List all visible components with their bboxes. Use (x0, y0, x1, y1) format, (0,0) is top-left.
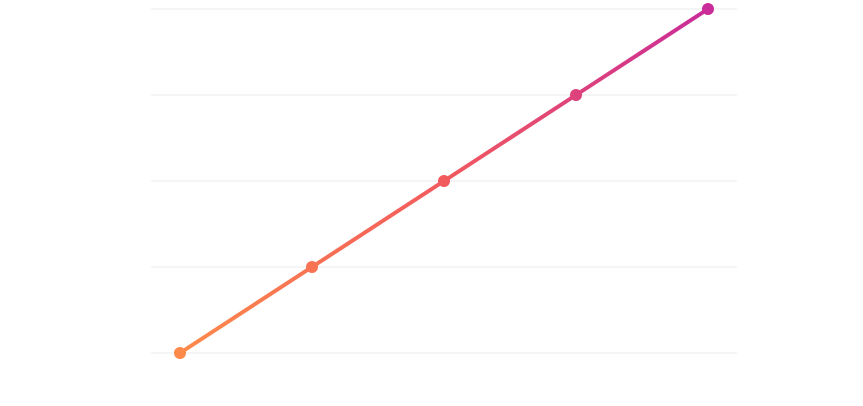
data-point-1[interactable] (306, 261, 318, 273)
data-point-4[interactable] (702, 3, 714, 15)
data-point-3[interactable] (570, 89, 582, 101)
data-point-0[interactable] (174, 347, 186, 359)
data-point-2[interactable] (438, 175, 450, 187)
chart-canvas (151, 3, 737, 359)
line-chart (0, 0, 863, 406)
